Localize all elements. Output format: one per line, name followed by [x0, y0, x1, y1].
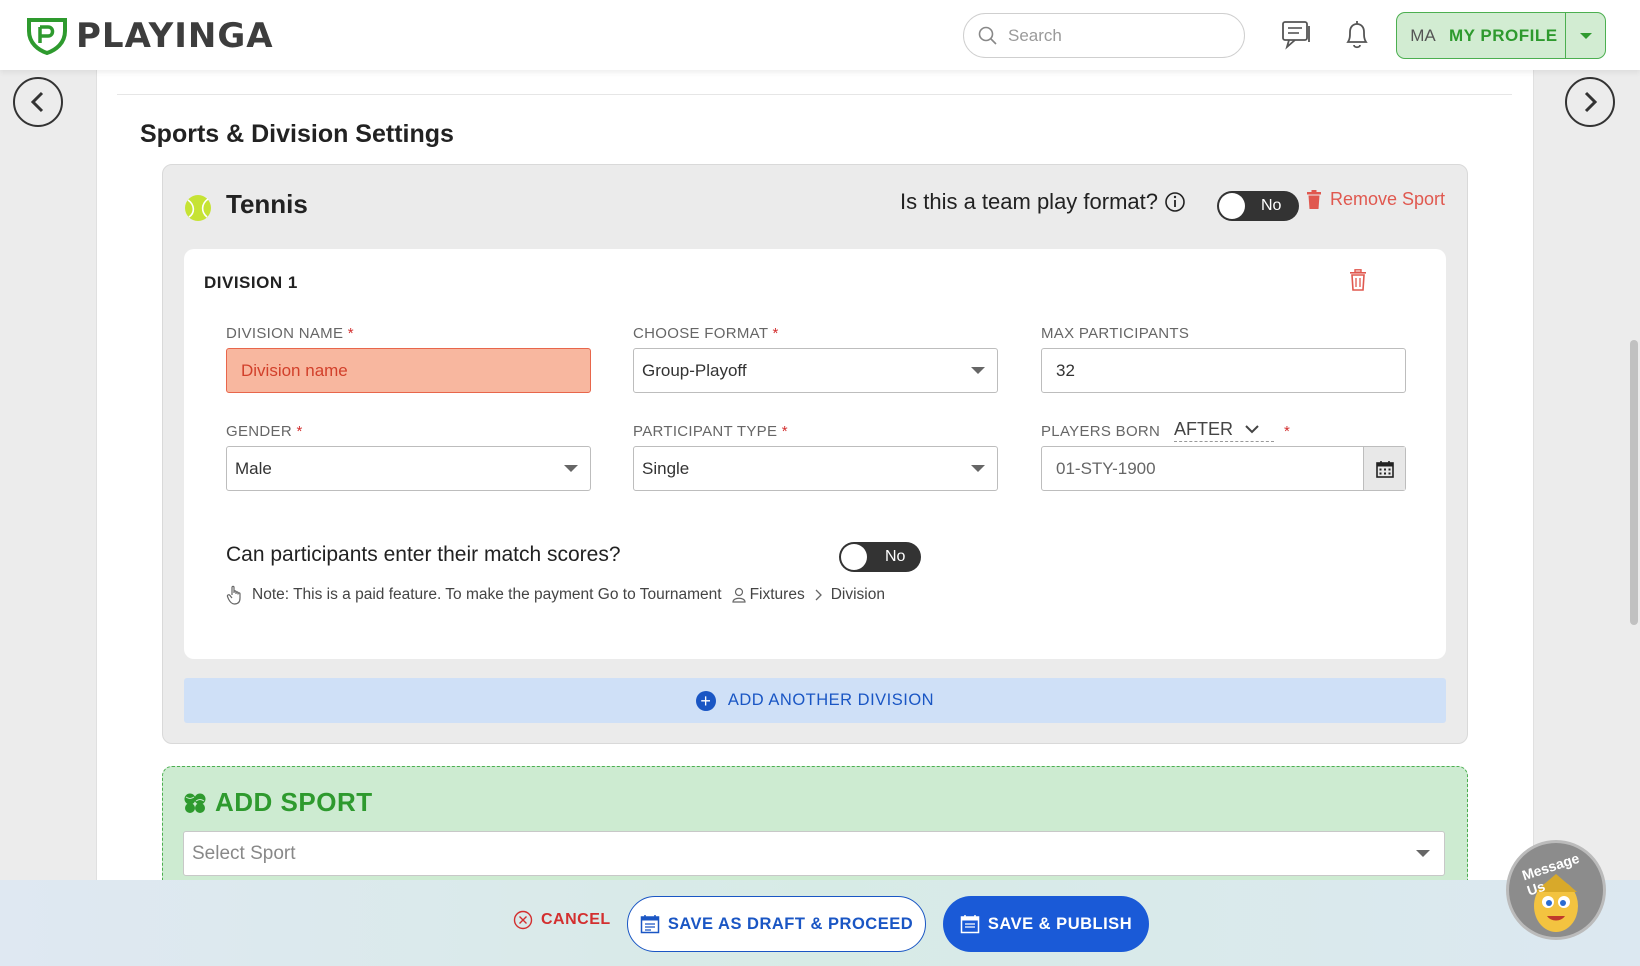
prev-arrow-button[interactable]: [13, 77, 63, 127]
team-play-toggle[interactable]: No: [1217, 191, 1299, 221]
participant-type-label: PARTICIPANT TYPE *: [633, 423, 788, 440]
division-card: DIVISION 1 DIVISION NAME * Division name…: [184, 249, 1446, 659]
division-name-label: DIVISION NAME *: [226, 325, 354, 342]
hand-pointer-icon: [226, 585, 241, 605]
search-input[interactable]: [1008, 25, 1228, 46]
remove-sport-button[interactable]: Remove Sport: [1306, 189, 1445, 210]
delete-division-icon[interactable]: [1349, 269, 1367, 291]
gender-label: GENDER *: [226, 423, 303, 440]
chevron-right-icon: [1584, 91, 1598, 113]
gender-select[interactable]: Male: [226, 446, 591, 491]
toggle-label: No: [1261, 197, 1282, 214]
action-bar: CANCEL SAVE AS DRAFT & PROCEED SAVE & PU…: [0, 880, 1640, 966]
add-division-label: ADD ANOTHER DIVISION: [727, 691, 935, 709]
division-name-input[interactable]: Division name: [226, 348, 591, 393]
logo-text: PLAYINGA: [76, 16, 274, 56]
main-content: Sports & Division Settings Tennis Is thi…: [96, 70, 1534, 966]
save-publish-label: SAVE & PUBLISH: [987, 914, 1133, 933]
logo-shield-icon: [27, 18, 67, 55]
sport-name: Tennis: [226, 189, 308, 219]
born-date-value: 01-STY-1900: [1056, 458, 1156, 478]
note-text: Note: This is a paid feature. To make th…: [252, 586, 722, 603]
toggle-label: No: [885, 548, 906, 565]
publish-calendar-icon: [960, 915, 980, 934]
division-title: DIVISION 1: [204, 273, 298, 292]
add-division-button[interactable]: + ADD ANOTHER DIVISION: [184, 678, 1446, 723]
chevron-left-icon: [30, 91, 44, 113]
participant-type-select[interactable]: Single: [633, 446, 998, 491]
format-value: Group-Playoff: [642, 360, 747, 380]
max-participants-input[interactable]: 32: [1041, 348, 1406, 393]
caret-down-icon: [971, 465, 985, 472]
format-label: CHOOSE FORMAT *: [633, 325, 779, 342]
bell-icon[interactable]: [1340, 18, 1374, 52]
players-born-value: AFTER: [1174, 419, 1234, 439]
players-born-select[interactable]: AFTER: [1174, 419, 1274, 442]
cancel-label: CANCEL: [541, 911, 611, 928]
paid-feature-note: Note: This is a paid feature. To make th…: [226, 585, 885, 605]
scores-question: Can participants enter their match score…: [226, 543, 621, 566]
draft-calendar-icon: [640, 915, 660, 934]
divider: [117, 94, 1512, 95]
team-play-label: Is this a team play format?: [900, 189, 1158, 214]
app-header: PLAYINGA MA MY PROFILE: [0, 0, 1640, 70]
section-title: Sports & Division Settings: [140, 120, 454, 148]
players-born-label: PLAYERS BORN: [1041, 423, 1161, 440]
profile-label: MY PROFILE: [1449, 25, 1558, 45]
chat-icon[interactable]: [1280, 18, 1314, 52]
fixtures-icon: [731, 587, 746, 603]
message-us-widget[interactable]: Message Us: [1506, 840, 1606, 940]
participant-type-value: Single: [642, 458, 690, 478]
search-icon: [978, 26, 997, 45]
search-box[interactable]: [963, 13, 1245, 58]
gender-value: Male: [235, 458, 272, 478]
profile-dropdown-toggle[interactable]: [1565, 13, 1605, 58]
toggle-knob: [841, 544, 867, 570]
logo[interactable]: PLAYINGA: [26, 16, 274, 56]
born-date-input[interactable]: 01-STY-1900: [1041, 446, 1406, 491]
next-arrow-button[interactable]: [1565, 77, 1615, 127]
sports-balls-icon: [184, 793, 206, 813]
sport-select-placeholder: Select Sport: [192, 842, 296, 864]
calendar-icon[interactable]: [1363, 447, 1405, 490]
chevron-right-icon: [815, 589, 822, 601]
caret-down-icon: [564, 465, 578, 472]
required-mark: *: [1284, 423, 1291, 440]
save-draft-label: SAVE AS DRAFT & PROCEED: [667, 914, 914, 933]
sport-select[interactable]: Select Sport: [183, 831, 1445, 876]
close-circle-icon: [513, 910, 533, 930]
toggle-knob: [1219, 193, 1245, 219]
note-crumb-division[interactable]: Division: [831, 586, 885, 604]
caret-down-icon: [1579, 32, 1592, 39]
scores-toggle[interactable]: No: [839, 542, 921, 572]
caret-down-icon: [971, 367, 985, 374]
info-icon[interactable]: [1164, 191, 1186, 213]
plus-circle-icon: +: [695, 690, 716, 711]
caret-down-icon: [1416, 850, 1430, 857]
add-sport-label: ADD SPORT: [215, 787, 373, 817]
add-sport-title: ADD SPORT: [183, 787, 373, 818]
cancel-button[interactable]: CANCEL: [513, 910, 611, 930]
sport-card: Tennis Is this a team play format? No Re…: [162, 164, 1468, 744]
format-select[interactable]: Group-Playoff: [633, 348, 998, 393]
max-participants-label: MAX PARTICIPANTS: [1041, 325, 1190, 342]
trash-icon: [1307, 189, 1321, 209]
note-crumb-fixtures[interactable]: Fixtures: [750, 586, 805, 604]
profile-button[interactable]: MA MY PROFILE: [1396, 12, 1606, 59]
save-publish-button[interactable]: SAVE & PUBLISH: [943, 896, 1149, 952]
save-draft-button[interactable]: SAVE AS DRAFT & PROCEED: [627, 896, 926, 952]
chevron-down-icon: [1245, 425, 1259, 434]
remove-sport-label: Remove Sport: [1330, 189, 1446, 209]
avatar: MA: [1410, 25, 1436, 45]
scrollbar-thumb[interactable]: [1630, 340, 1638, 625]
team-play-question: Is this a team play format?: [900, 189, 1186, 215]
tennis-ball-icon: [185, 195, 211, 221]
